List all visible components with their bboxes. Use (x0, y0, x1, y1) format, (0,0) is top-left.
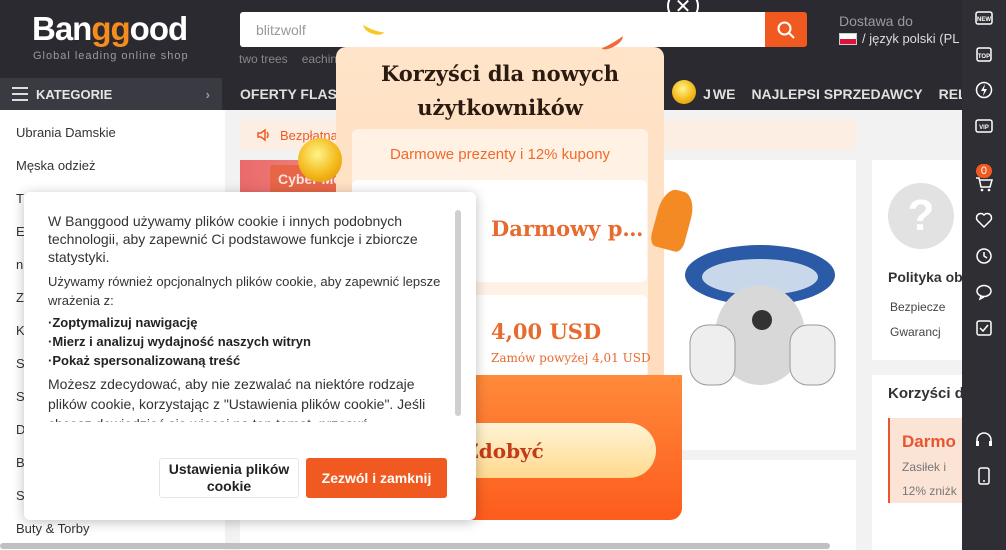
nav-flash-deals[interactable]: OFERTY FLASH (240, 86, 347, 102)
categories-label: KATEGORIE (36, 86, 113, 102)
security-item[interactable]: Bezpiecze (890, 300, 945, 314)
headset-icon[interactable] (962, 422, 1006, 458)
nav-item[interactable]: J (703, 86, 711, 102)
cookie-settings-button[interactable]: Ustawienia plików cookie (159, 458, 299, 498)
cart-icon[interactable]: 0 (962, 164, 1006, 202)
hot-search-link[interactable]: two trees (239, 52, 288, 66)
cookie-optional-text: Używamy również opcjonalnych plików cook… (48, 274, 441, 308)
top-icon[interactable]: TOP (962, 36, 1006, 72)
benefit-line: 12% zniżk (902, 484, 957, 498)
svg-text:NEW: NEW (977, 17, 991, 23)
vip-icon[interactable]: VIP (962, 108, 1006, 144)
right-toolbar: NEW TOP VIP 0 (962, 0, 1006, 550)
popup-title: Korzyści dla nowych użytkowników (380, 61, 620, 120)
policy-title[interactable]: Polityka ob (888, 269, 963, 285)
heart-icon[interactable] (962, 202, 1006, 238)
question-mark-icon: ? (888, 183, 954, 249)
language-label: / język polski (PL (862, 31, 960, 46)
sidebar-item[interactable]: Męska odzież (0, 149, 225, 182)
guarantee-item[interactable]: Gwarancj (890, 325, 941, 339)
check-icon[interactable] (962, 310, 1006, 346)
cookie-bullet: ·Pokaż spersonalizowaną treść (48, 353, 241, 368)
cookie-accept-button[interactable]: Zezwól i zamknij (306, 458, 447, 498)
coupon-free-gift-text: Darmowy p… (491, 216, 644, 241)
categories-button[interactable]: KATEGORIE › (0, 78, 222, 110)
nav-bestsellers[interactable]: NAJLEPSI SPRZEDAWCY (751, 86, 922, 102)
cookie-bullet: ·Mierz i analizuj wydajność naszych witr… (48, 334, 311, 349)
sidebar-item[interactable]: Ubrania Damskie (0, 116, 225, 149)
flash-icon[interactable] (962, 72, 1006, 108)
logo-tagline: Global leading online shop (33, 50, 189, 62)
popup-subtitle: Darmowe prezenty i 12% kupony (389, 146, 611, 163)
coupon-value: 4,00 USD (491, 319, 602, 344)
clock-icon[interactable] (962, 238, 1006, 274)
gas-mask-product-image (685, 245, 836, 386)
horizontal-scrollbar[interactable] (0, 543, 830, 549)
cookie-text-area[interactable]: W Banggood używamy plików cookie i innyc… (48, 212, 448, 422)
speaker-icon (257, 128, 269, 142)
coupon-condition: Zamów powyżej 4,01 USD (491, 351, 651, 365)
cookie-settings-info: Możesz zdecydować, aby nie zezwalać na n… (48, 376, 426, 422)
menu-icon (12, 87, 28, 101)
search-button[interactable] (765, 12, 807, 47)
cookie-bullet: ·Zoptymalizuj nawigację (48, 315, 198, 330)
search-icon (777, 21, 795, 39)
nav-new[interactable]: WE (713, 86, 736, 102)
ship-to-label: Dostawa do (839, 13, 913, 29)
cookie-scrollbar[interactable] (455, 210, 461, 416)
new-icon[interactable]: NEW (962, 0, 1006, 36)
banggood-logo[interactable]: Banggood (32, 10, 188, 48)
benefit-line: Zasiłek i (902, 460, 947, 474)
poland-flag-icon (839, 32, 857, 45)
svg-text:TOP: TOP (978, 54, 990, 60)
cookie-intro: W Banggood używamy plików cookie i innyc… (48, 213, 418, 265)
close-icon: ✕ (674, 0, 692, 18)
benefit-card-title: Darmo (902, 432, 956, 451)
benefits-title: Korzyści d (888, 385, 964, 402)
language-selector[interactable]: / język polski (PL (839, 31, 960, 46)
cart-count-badge: 0 (975, 164, 992, 178)
hot-searches: two trees eachin (239, 52, 351, 66)
svg-text:VIP: VIP (979, 125, 989, 131)
message-icon[interactable] (962, 274, 1006, 310)
benefit-card-text: Zasiłek i 12% zniżk (902, 455, 957, 503)
hot-search-link[interactable]: eachin (302, 52, 337, 66)
phone-icon[interactable] (962, 458, 1006, 494)
chevron-right-icon: › (205, 86, 210, 102)
